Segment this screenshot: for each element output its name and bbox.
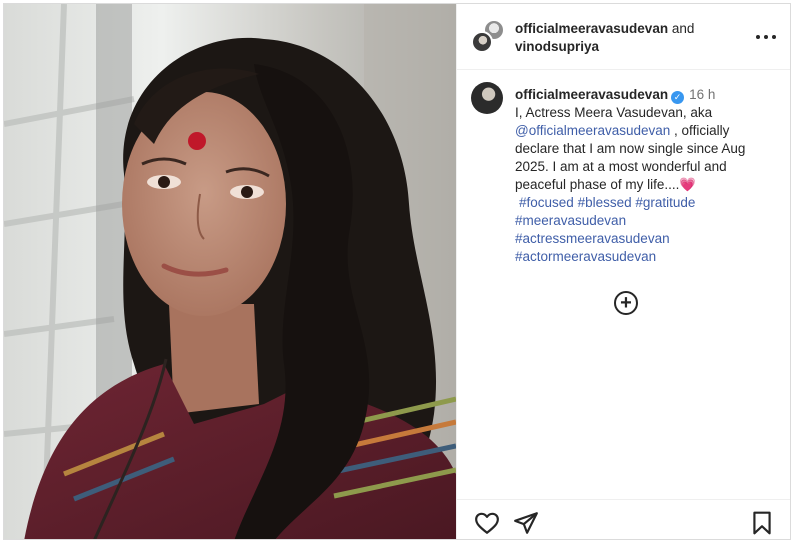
username-link[interactable]: vinodsupriya — [515, 39, 599, 54]
hashtag-link[interactable]: #actressmeeravasudevan — [515, 231, 670, 246]
avatar — [471, 31, 493, 53]
post-time[interactable]: 16 h — [689, 87, 715, 102]
caption-username[interactable]: officialmeeravasudevan — [515, 87, 668, 102]
conjunction-text: and — [671, 21, 695, 36]
hashtag-link[interactable]: #actormeeravasudevan — [515, 249, 656, 264]
caption-text: officialmeeravasudevan ✓ 16 h I, Actress M… — [515, 86, 767, 266]
username-link[interactable]: officialmeeravasudevan — [515, 21, 668, 36]
post-photo[interactable] — [4, 4, 456, 539]
caption-line: I, Actress Meera Vasudevan, aka — [515, 105, 713, 120]
post-header: officialmeeravasudevan and vinodsupriya — [457, 4, 790, 70]
post-actions — [457, 499, 790, 539]
hashtag-link[interactable]: #blessed — [578, 195, 632, 210]
post-side-panel: officialmeeravasudevan and vinodsupriya … — [456, 4, 790, 539]
hashtag-link[interactable]: #meeravasudevan — [515, 213, 626, 228]
more-options-icon[interactable] — [756, 28, 776, 46]
avatar[interactable] — [471, 82, 503, 114]
collab-avatars[interactable] — [471, 19, 505, 53]
heart-emoji: 💗 — [679, 177, 697, 192]
share-icon[interactable] — [513, 510, 539, 536]
mention-link[interactable]: @officialmeeravasudevan — [515, 123, 670, 138]
hashtag-link[interactable]: #gratitude — [635, 195, 695, 210]
add-comment-icon[interactable]: + — [614, 291, 638, 315]
heart-icon[interactable] — [474, 510, 500, 536]
collab-usernames: officialmeeravasudevan and vinodsupriya — [515, 20, 735, 56]
verified-badge-icon: ✓ — [671, 91, 685, 104]
hashtag-link[interactable]: #focused — [519, 195, 574, 210]
bookmark-icon[interactable] — [749, 510, 775, 536]
post-dialog: officialmeeravasudevan and vinodsupriya … — [3, 3, 791, 540]
